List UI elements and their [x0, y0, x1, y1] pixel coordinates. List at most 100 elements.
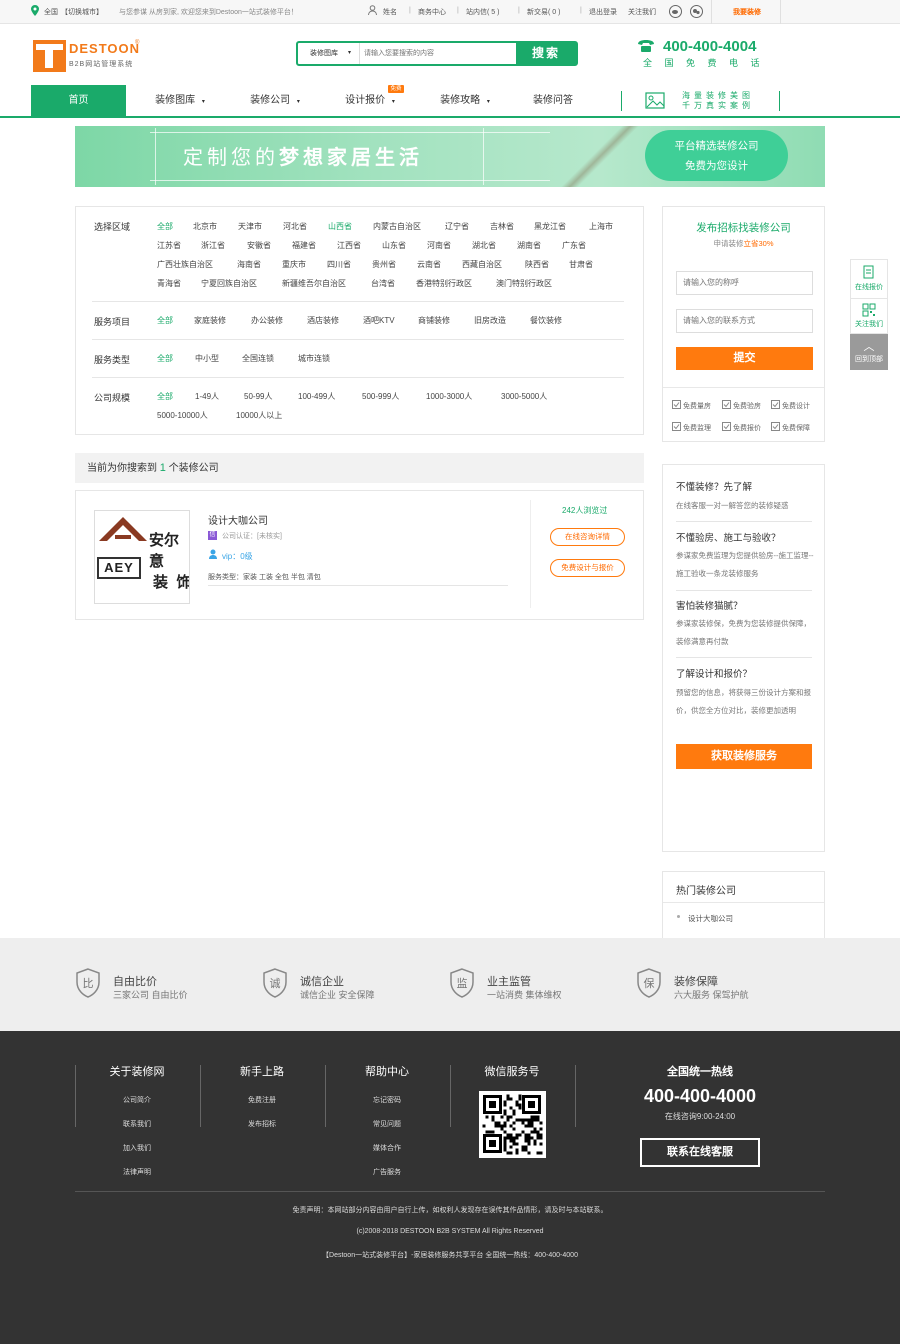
filter-option[interactable]: 海南省 — [237, 259, 261, 270]
filter-option[interactable]: 5000-10000人 — [157, 410, 208, 421]
nav-companies[interactable]: 装修公司 ▾ — [235, 85, 315, 116]
free-design-button[interactable]: 免费设计与报价 — [550, 559, 625, 577]
footer-link[interactable]: 媒体合作 — [325, 1143, 449, 1153]
filter-option[interactable]: 酒店装修 — [307, 315, 339, 326]
filter-option[interactable]: 宁夏回族自治区 — [201, 278, 257, 289]
footer-link[interactable]: 加入我们 — [75, 1143, 199, 1153]
filter-option[interactable]: 旧房改造 — [474, 315, 506, 326]
search-button[interactable]: 搜索 — [516, 43, 576, 64]
filter-option[interactable]: 青海省 — [157, 278, 181, 289]
switch-city-link[interactable]: 【切换城市】 — [61, 7, 103, 17]
footer-link[interactable]: 免费注册 — [200, 1095, 324, 1105]
filter-option[interactable]: 内蒙古自治区 — [373, 221, 421, 232]
filter-option[interactable]: 山西省 — [328, 221, 352, 232]
filter-option[interactable]: 中小型 — [195, 353, 219, 364]
company-name-link[interactable]: 设计大咖公司 — [208, 512, 268, 527]
filter-option[interactable]: 10000人以上 — [236, 410, 282, 421]
filter-option[interactable]: 全部 — [157, 221, 173, 232]
filter-option[interactable]: 广东省 — [562, 240, 586, 251]
filter-option[interactable]: 山东省 — [382, 240, 406, 251]
filter-option[interactable]: 江西省 — [337, 240, 361, 251]
tender-contact-input[interactable] — [676, 309, 813, 333]
filter-option[interactable]: 澳门特别行政区 — [496, 278, 552, 289]
filter-option[interactable]: 全国连锁 — [242, 353, 274, 364]
filter-option[interactable]: 北京市 — [193, 221, 217, 232]
get-service-button[interactable]: 获取装修服务 — [676, 744, 812, 769]
filter-option[interactable]: 上海市 — [589, 221, 613, 232]
footer-link[interactable]: 法律声明 — [75, 1167, 199, 1177]
filter-option[interactable]: 浙江省 — [201, 240, 225, 251]
filter-option[interactable]: 商铺装修 — [418, 315, 450, 326]
inbox-link[interactable]: 站内信( 5 ) — [466, 7, 500, 17]
filter-option[interactable]: 湖南省 — [517, 240, 541, 251]
filter-option[interactable]: 50-99人 — [244, 391, 272, 402]
filter-option[interactable]: 广西壮族自治区 — [157, 259, 213, 270]
filter-option[interactable]: 城市连锁 — [298, 353, 330, 364]
filter-option[interactable]: 全部 — [157, 315, 173, 326]
promo-banner[interactable]: 定制您的梦想家居生活 平台精选装修公司 免费为您设计 — [75, 126, 825, 187]
filter-option[interactable]: 香港特别行政区 — [416, 278, 472, 289]
filter-option[interactable]: 云南省 — [417, 259, 441, 270]
filter-option[interactable]: 甘肃省 — [569, 259, 593, 270]
filter-option[interactable]: 酒吧KTV — [363, 315, 395, 326]
biz-center-link[interactable]: 商务中心 — [418, 7, 446, 17]
filter-option[interactable]: 500-999人 — [362, 391, 399, 402]
filter-option[interactable]: 贵州省 — [372, 259, 396, 270]
filter-option[interactable]: 西藏自治区 — [462, 259, 502, 270]
filter-option[interactable]: 餐饮装修 — [530, 315, 562, 326]
filter-option[interactable]: 100-499人 — [298, 391, 335, 402]
filter-option[interactable]: 安徽省 — [247, 240, 271, 251]
filter-option[interactable]: 全部 — [157, 391, 173, 402]
consult-button[interactable]: 在线咨询详情 — [550, 528, 625, 546]
filter-option[interactable]: 重庆市 — [282, 259, 306, 270]
filter-option[interactable]: 河北省 — [283, 221, 307, 232]
footer-link[interactable]: 常见问题 — [325, 1119, 449, 1129]
want-decor-link[interactable]: 我要装修 — [733, 7, 761, 17]
filter-option[interactable]: 1000-3000人 — [426, 391, 472, 402]
filter-option[interactable]: 台湾省 — [371, 278, 395, 289]
weibo-icon[interactable] — [669, 5, 682, 20]
filter-option[interactable]: 全部 — [157, 353, 173, 364]
hot-company-link[interactable]: 设计大咖公司 — [688, 913, 733, 924]
filter-option[interactable]: 河南省 — [427, 240, 451, 251]
filter-option[interactable]: 3000-5000人 — [501, 391, 547, 402]
banner-cta[interactable]: 平台精选装修公司 免费为您设计 — [645, 130, 788, 181]
nav-qa[interactable]: 装修问答 — [515, 85, 591, 116]
filter-option[interactable]: 家庭装修 — [194, 315, 226, 326]
footer-link[interactable]: 公司简介 — [75, 1095, 199, 1105]
wechat-icon[interactable] — [690, 5, 703, 20]
site-logo[interactable]: DESTOON ® B2B网站管理系统 — [31, 39, 143, 73]
tender-name-input[interactable] — [676, 271, 813, 295]
footer-link[interactable]: 忘记密码 — [325, 1095, 449, 1105]
filter-option[interactable]: 新疆维吾尔自治区 — [282, 278, 346, 289]
nav-home[interactable]: 首页 — [31, 85, 126, 116]
new-trade-link[interactable]: 新交易( 0 ) — [527, 7, 561, 17]
filter-option[interactable]: 福建省 — [292, 240, 316, 251]
filter-option[interactable]: 办公装修 — [251, 315, 283, 326]
footer-link[interactable]: 广告服务 — [325, 1167, 449, 1177]
nav-gallery[interactable]: 装修图库 ▾ — [140, 85, 220, 116]
float-follow[interactable]: 关注我们 — [850, 298, 888, 334]
tender-submit-button[interactable]: 提交 — [676, 347, 813, 370]
footer-link[interactable]: 发布招标 — [200, 1119, 324, 1129]
search-input[interactable] — [364, 45, 514, 62]
filter-option[interactable]: 吉林省 — [490, 221, 514, 232]
username-link[interactable]: 姓名 — [383, 7, 397, 17]
filter-option[interactable]: 湖北省 — [472, 240, 496, 251]
filter-option[interactable]: 黑龙江省 — [534, 221, 566, 232]
filter-option[interactable]: 江苏省 — [157, 240, 181, 251]
nav-promo[interactable]: 海量装修美图 千万真实案例 — [682, 91, 754, 111]
float-quote[interactable]: 在线报价 — [850, 259, 888, 299]
filter-option[interactable]: 1-49人 — [195, 391, 219, 402]
footer-link[interactable]: 联系我们 — [75, 1119, 199, 1129]
nav-guides[interactable]: 装修攻略 ▾ — [425, 85, 505, 116]
filter-option[interactable]: 辽宁省 — [445, 221, 469, 232]
search-category-select[interactable]: 装修图库 ▾ — [298, 43, 360, 64]
contact-service-button[interactable]: 联系在线客服 — [640, 1138, 760, 1167]
company-logo[interactable]: AEY 安尔意 装 饰 — [94, 510, 190, 604]
filter-option[interactable]: 陕西省 — [525, 259, 549, 270]
logout-link[interactable]: 退出登录 — [589, 7, 617, 17]
filter-option[interactable]: 天津市 — [238, 221, 262, 232]
filter-option[interactable]: 四川省 — [327, 259, 351, 270]
back-to-top-button[interactable]: ︿ 回到顶部 — [850, 334, 888, 370]
